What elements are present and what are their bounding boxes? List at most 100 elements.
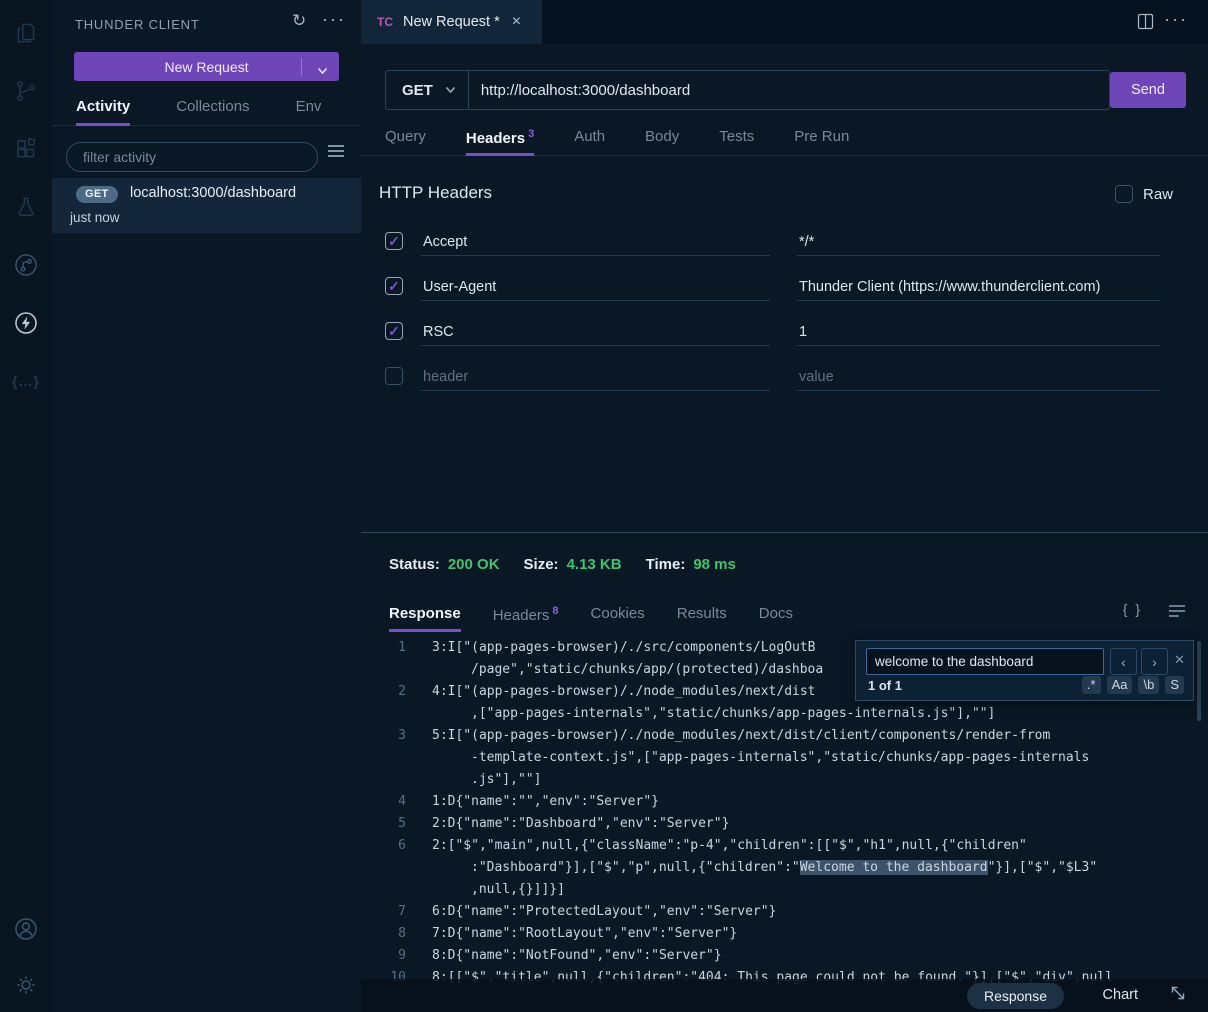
header-name-input[interactable] <box>421 363 770 391</box>
wrap-lines-icon[interactable] <box>1168 601 1186 623</box>
code-text: 6:D{"name":"ProtectedLayout","env":"Serv… <box>432 901 776 923</box>
header-checkbox[interactable]: ✓ <box>385 232 403 250</box>
extensions-icon[interactable] <box>0 132 52 166</box>
line-number: 3 <box>361 725 406 791</box>
thunder-client-icon[interactable] <box>0 306 52 340</box>
raw-checkbox[interactable] <box>1115 185 1133 203</box>
code-segment: :"Dashboard"}],["$","p",null,{"children"… <box>471 860 800 875</box>
settings-gear-icon[interactable] <box>0 968 52 1002</box>
size-label: Size: <box>524 556 559 573</box>
code-row: 5:I["(app-pages-browser)/./node_modules/… <box>432 725 1089 747</box>
header-value-input[interactable] <box>797 273 1160 301</box>
header-name-input[interactable] <box>421 273 770 301</box>
send-button[interactable]: Send <box>1110 72 1186 108</box>
case-option[interactable]: Aa <box>1107 676 1133 694</box>
editor-more-icon[interactable]: ··· <box>1164 9 1188 30</box>
chart-view-button[interactable]: Chart <box>1103 987 1138 1003</box>
header-checkbox[interactable]: ✓ <box>385 277 403 295</box>
footer-band <box>361 979 1208 1012</box>
code-segment: 8:D{"name":"NotFound","env":"Server"} <box>432 948 722 963</box>
thunder-client-app: {…} THUNDER CLIENT ↻ ··· New Request Act… <box>0 0 1208 1012</box>
response-tab-response[interactable]: Response <box>389 601 461 631</box>
header-checkbox[interactable]: ✓ <box>385 322 403 340</box>
code-segment: -template-context.js",["app-pages-intern… <box>471 750 1089 765</box>
source-control-icon[interactable] <box>0 74 52 108</box>
scrollbar-thumb[interactable] <box>1197 641 1201 721</box>
method-chevron-icon[interactable] <box>445 81 456 99</box>
request-tab-pre-run[interactable]: Pre Run <box>794 124 849 155</box>
expand-icon[interactable] <box>1168 983 1188 1008</box>
sidebar-tab-activity[interactable]: Activity <box>76 92 130 125</box>
sidebar-tab-collections[interactable]: Collections <box>176 92 249 125</box>
header-name-input[interactable] <box>421 228 770 256</box>
code-segment: 1:D{"name":"","env":"Server"} <box>432 794 659 809</box>
code-text: 1:D{"name":"","env":"Server"} <box>432 791 659 813</box>
request-url-bar: GET <box>385 70 1110 110</box>
chevron-down-icon[interactable] <box>317 62 328 78</box>
code-line: 41:D{"name":"","env":"Server"} <box>361 791 1200 813</box>
header-name-input[interactable] <box>421 318 770 346</box>
code-segment: ,["app-pages-internals","static/chunks/a… <box>471 706 995 721</box>
check-icon: ✓ <box>388 279 400 293</box>
activity-item-url: localhost:3000/dashboard <box>130 185 296 201</box>
header-value-input[interactable] <box>797 228 1160 256</box>
find-close-icon[interactable]: ✕ <box>1174 652 1185 668</box>
code-row: 2:["$","main",null,{"className":"p-4","c… <box>432 835 1097 857</box>
request-tab-tests[interactable]: Tests <box>719 124 754 155</box>
filter-menu-icon[interactable] <box>326 143 346 164</box>
request-tab-body[interactable]: Body <box>645 124 679 155</box>
header-value-input[interactable] <box>797 363 1160 391</box>
new-request-button[interactable]: New Request <box>74 52 339 81</box>
response-tab-results[interactable]: Results <box>677 601 727 631</box>
code-line: 98:D{"name":"NotFound","env":"Server"} <box>361 945 1200 967</box>
split-editor-icon[interactable] <box>1137 13 1154 35</box>
find-previous-button[interactable]: ‹ <box>1110 648 1137 675</box>
url-input[interactable] <box>469 82 1109 99</box>
response-tab-headers[interactable]: Headers8 <box>493 601 559 631</box>
editor-tab-new-request[interactable]: TC New Request * × <box>361 0 542 44</box>
word-option[interactable]: \b <box>1138 676 1159 694</box>
tab-close-icon[interactable]: × <box>512 13 521 31</box>
editor-tab-title: New Request * <box>403 14 500 30</box>
request-tab-headers[interactable]: Headers3 <box>466 124 534 155</box>
testing-flask-icon[interactable] <box>0 190 52 224</box>
button-divider <box>301 58 302 75</box>
editor-tab-bar: TC New Request * × ··· <box>361 0 1208 44</box>
tab-count-badge: 3 <box>528 128 534 140</box>
find-next-button[interactable]: › <box>1141 648 1168 675</box>
files-icon[interactable] <box>0 16 52 50</box>
sidebar-tab-env[interactable]: Env <box>296 92 322 125</box>
activity-list-item[interactable]: GET localhost:3000/dashboard just now <box>52 178 361 233</box>
status-label: Status: <box>389 556 440 573</box>
code-segment: 7:D{"name":"RootLayout","env":"Server"} <box>432 926 737 941</box>
response-view-button[interactable]: Response <box>967 983 1064 1009</box>
request-tab-query[interactable]: Query <box>385 124 426 155</box>
tab-count-badge: 8 <box>552 605 558 617</box>
account-icon[interactable] <box>0 912 52 946</box>
line-number: 6 <box>361 835 406 901</box>
line-number: 8 <box>361 923 406 945</box>
refresh-icon[interactable]: ↻ <box>292 11 306 31</box>
code-line: 52:D{"name":"Dashboard","env":"Server"} <box>361 813 1200 835</box>
sidebar-more-icon[interactable]: ··· <box>322 9 346 30</box>
format-braces-icon[interactable]: { } <box>1123 601 1142 623</box>
find-input[interactable] <box>866 648 1104 675</box>
selection-option[interactable]: S <box>1165 676 1184 694</box>
header-value-input[interactable] <box>797 318 1160 346</box>
method-badge: GET <box>76 186 118 203</box>
snippets-icon[interactable]: {…} <box>0 364 52 398</box>
filter-activity-input[interactable] <box>66 142 318 172</box>
regex-option[interactable]: .* <box>1082 676 1101 694</box>
method-dropdown[interactable]: GET <box>402 82 433 99</box>
response-tab-cookies[interactable]: Cookies <box>591 601 645 631</box>
response-tab-docs[interactable]: Docs <box>759 601 793 631</box>
runner-circle-icon[interactable] <box>0 248 52 282</box>
code-row: 2:D{"name":"Dashboard","env":"Server"} <box>432 813 729 835</box>
code-segment: 5:I["(app-pages-browser)/./node_modules/… <box>432 728 1050 743</box>
header-checkbox[interactable] <box>385 367 403 385</box>
header-row: ✓ <box>361 228 1208 268</box>
new-request-label: New Request <box>164 59 248 75</box>
request-tab-auth[interactable]: Auth <box>574 124 605 155</box>
time-value: 98 ms <box>693 556 736 573</box>
response-status-bar: Status:200 OK Size:4.13 KB Time:98 ms <box>389 556 736 573</box>
